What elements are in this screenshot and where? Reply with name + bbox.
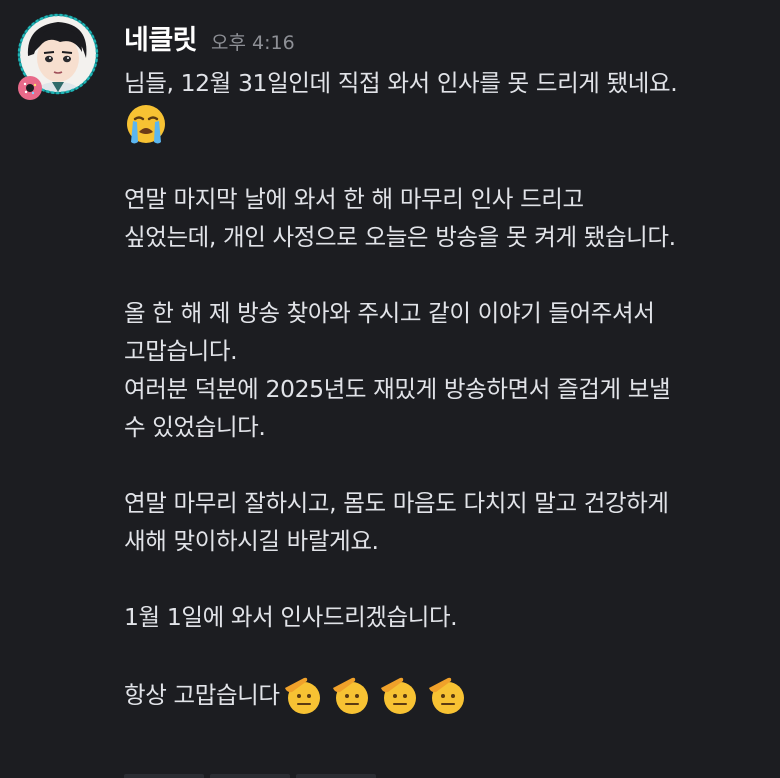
reaction-bar-edge [124,774,524,778]
message-line: 1월 1일에 와서 인사드리겠습니다. [124,603,458,631]
avatar-portrait-icon [17,13,99,100]
message-line: 여러분 덕분에 2025년도 재밌게 방송하면서 즐겁게 보낼 [124,375,671,403]
username[interactable]: 네클릿 [124,18,198,57]
salute-emoji-row [282,674,468,716]
saluting-face-icon [284,677,320,714]
message-line: 싶었는데, 개인 사정으로 오늘은 방송을 못 켜게 됐습니다. [124,223,676,251]
paragraph: 연말 마지막 날에 와서 한 해 마무리 인사 드리고 싶었는데, 개인 사정으… [124,180,774,256]
paragraph: 연말 마무리 잘하시고, 몸도 마음도 다치지 말고 건강하게 새해 맞이하시길… [124,484,774,560]
closing-line: 항상 고맙습니다 [124,674,774,716]
emoji-line [124,102,774,160]
loudly-crying-face-icon [127,105,165,144]
chat-message: 네클릿 오후 4:16 님들, 12월 31일인데 직접 와서 인사를 못 드리… [0,0,780,778]
saluting-face-icon [428,677,464,714]
message-line: 새해 맞이하시길 바랄게요. [124,527,379,555]
message-line: 올 한 해 제 방송 찾아와 주시고 같이 이야기 들어주셔서 [124,299,655,327]
message-line: 연말 마지막 날에 와서 한 해 마무리 인사 드리고 [124,185,584,213]
message-line: 항상 고맙습니다 [124,681,280,709]
saluting-face-icon [332,677,368,714]
paragraph: 올 한 해 제 방송 찾아와 주시고 같이 이야기 들어주셔서 고맙습니다. 여… [124,294,774,446]
reaction-chip-edge[interactable] [210,774,290,778]
message-header: 네클릿 오후 4:16 [124,18,295,57]
saluting-face-icon [380,677,416,714]
message-body: 님들, 12월 31일인데 직접 와서 인사를 못 드리게 됐네요. 연말 마지… [124,64,774,716]
user-avatar[interactable] [14,12,102,100]
message-line: 수 있었습니다. [124,413,266,441]
reaction-chip-edge[interactable] [296,774,376,778]
paragraph: 1월 1일에 와서 인사드리겠습니다. [124,598,774,636]
reaction-chip-edge[interactable] [124,774,204,778]
message-line: 연말 마무리 잘하시고, 몸도 마음도 다치지 말고 건강하게 [124,489,669,517]
message-line: 님들, 12월 31일인데 직접 와서 인사를 못 드리게 됐네요. [124,69,678,97]
message-line: 고맙습니다. [124,337,238,365]
timestamp[interactable]: 오후 4:16 [211,28,295,55]
